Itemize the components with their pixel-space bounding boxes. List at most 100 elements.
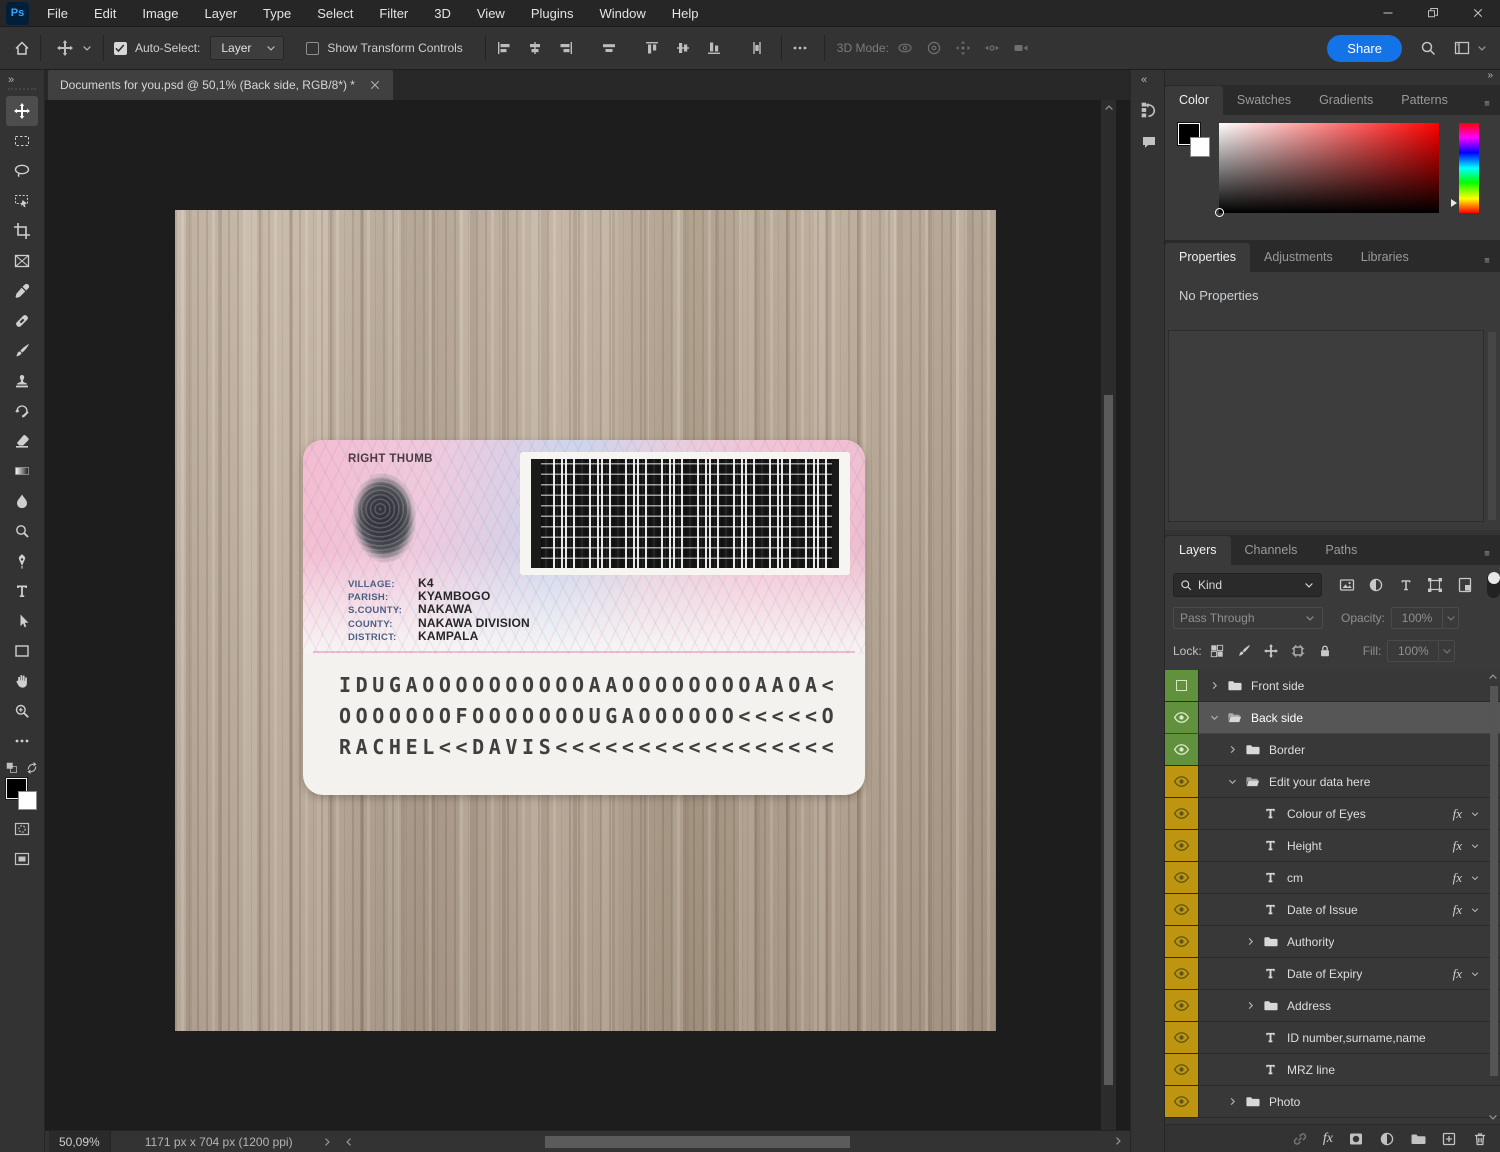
- lock-position-icon[interactable]: [1259, 640, 1283, 662]
- layer-row-authority[interactable]: Authority: [1165, 926, 1500, 958]
- canvas-viewport[interactable]: RIGHT THUMB VILLAGE: K4 PARISH: KYAMBOGO S.C…: [45, 100, 1130, 1130]
- restore-button[interactable]: [1410, 0, 1455, 27]
- tab-color[interactable]: Color: [1165, 86, 1223, 115]
- default-colors-icon[interactable]: [6, 762, 18, 774]
- chevron-down-icon[interactable]: [1223, 774, 1241, 790]
- layer-row-mrz-line[interactable]: MRZ line: [1165, 1054, 1500, 1086]
- background-color-swatch[interactable]: [18, 791, 37, 810]
- chevron-down-icon[interactable]: [1466, 902, 1484, 918]
- scroll-left-icon[interactable]: [343, 1136, 355, 1148]
- saturation-brightness-field[interactable]: [1215, 123, 1439, 217]
- expand-panels-icon[interactable]: »: [1165, 70, 1500, 85]
- crop-tool[interactable]: [6, 216, 38, 246]
- layer-row-photo[interactable]: Photo: [1165, 1086, 1500, 1118]
- scroll-up-icon[interactable]: [1101, 100, 1116, 116]
- layer-row-height[interactable]: Height fx: [1165, 830, 1500, 862]
- layer-row-back-side[interactable]: Back side: [1165, 702, 1500, 734]
- menu-3d[interactable]: 3D: [434, 6, 451, 21]
- eye-visibility-icon[interactable]: [1165, 926, 1199, 957]
- fx-badge[interactable]: fx: [1453, 966, 1462, 982]
- lasso-tool[interactable]: [6, 156, 38, 186]
- filter-kind-dropdown[interactable]: Kind: [1173, 573, 1323, 597]
- menu-help[interactable]: Help: [672, 6, 699, 21]
- pan-3d-camera-icon[interactable]: [955, 40, 971, 56]
- layer-style-fx-icon[interactable]: fx: [1323, 1131, 1333, 1147]
- comments-panel-icon[interactable]: [1131, 126, 1166, 158]
- layer-row-date-of-issue[interactable]: Date of Issue fx: [1165, 894, 1500, 926]
- chevron-right-icon[interactable]: [1205, 678, 1223, 694]
- lock-all-icon[interactable]: [1313, 640, 1337, 662]
- dodge-tool[interactable]: [6, 516, 38, 546]
- close-button[interactable]: [1455, 0, 1500, 27]
- eye-visibility-icon[interactable]: [1165, 702, 1199, 733]
- fill-value[interactable]: 100%: [1387, 640, 1440, 662]
- lock-image-pixels-icon[interactable]: [1232, 640, 1256, 662]
- chevron-down-icon[interactable]: [1205, 710, 1223, 726]
- minimize-button[interactable]: [1365, 0, 1410, 27]
- eye-visibility-icon[interactable]: [1165, 894, 1199, 925]
- brush-tool[interactable]: [6, 336, 38, 366]
- align-top-edges-icon[interactable]: [644, 40, 660, 56]
- hand-tool[interactable]: [6, 666, 38, 696]
- layer-filter-toggle[interactable]: [1487, 572, 1500, 598]
- filter-adjustment-layers-icon[interactable]: [1363, 574, 1388, 596]
- chevron-right-icon[interactable]: [1241, 934, 1259, 950]
- home-icon[interactable]: [14, 40, 30, 56]
- quick-mask-button[interactable]: [6, 816, 38, 842]
- filter-shape-layers-icon[interactable]: [1422, 574, 1447, 596]
- menu-view[interactable]: View: [477, 6, 505, 21]
- chevron-right-icon[interactable]: [1223, 742, 1241, 758]
- blur-tool[interactable]: [6, 486, 38, 516]
- chevron-down-icon[interactable]: [81, 42, 93, 54]
- document-tab[interactable]: Documents for you.psd @ 50,1% (Back side…: [48, 70, 393, 100]
- layers-scrollbar[interactable]: [1487, 670, 1500, 1124]
- menu-window[interactable]: Window: [599, 6, 645, 21]
- eye-visibility-icon[interactable]: [1165, 958, 1199, 989]
- layers-scrollbar-thumb[interactable]: [1490, 686, 1498, 1076]
- tab-swatches[interactable]: Swatches: [1223, 86, 1305, 115]
- properties-scrollbar[interactable]: [1488, 332, 1496, 520]
- object-selection-tool[interactable]: [6, 186, 38, 216]
- eye-visibility-icon[interactable]: [1165, 990, 1199, 1021]
- new-group-icon[interactable]: [1410, 1131, 1426, 1147]
- tab-libraries[interactable]: Libraries: [1347, 243, 1423, 272]
- history-panel-icon[interactable]: [1131, 94, 1166, 126]
- chevron-down-icon[interactable]: [1466, 838, 1484, 854]
- layer-row-address[interactable]: Address: [1165, 990, 1500, 1022]
- new-adjustment-layer-icon[interactable]: [1379, 1131, 1395, 1147]
- layer-row-date-of-expiry[interactable]: Date of Expiry fx: [1165, 958, 1500, 990]
- fx-badge[interactable]: fx: [1453, 870, 1462, 886]
- collapse-dock-icon[interactable]: «: [1131, 70, 1164, 94]
- status-arrow-right-icon[interactable]: [321, 1136, 333, 1148]
- toolbar-expand-icon[interactable]: »: [0, 70, 44, 88]
- orbit-3d-camera-icon[interactable]: [897, 40, 913, 56]
- tab-gradients[interactable]: Gradients: [1305, 86, 1387, 115]
- chevron-down-icon[interactable]: [1466, 806, 1484, 822]
- path-selection-tool[interactable]: [6, 606, 38, 636]
- delete-layer-icon[interactable]: [1472, 1131, 1488, 1147]
- share-button[interactable]: Share: [1327, 34, 1402, 62]
- vertical-scrollbar-thumb[interactable]: [1104, 395, 1113, 1085]
- rectangular-marquee-tool[interactable]: [6, 126, 38, 156]
- edit-toolbar-button[interactable]: [6, 726, 38, 756]
- auto-select-target-dropdown[interactable]: Layer: [210, 36, 285, 60]
- filter-pixel-layers-icon[interactable]: [1334, 574, 1359, 596]
- swap-colors-icon[interactable]: [26, 762, 38, 774]
- opacity-value[interactable]: 100%: [1391, 607, 1444, 629]
- align-right-edges-icon[interactable]: [558, 40, 574, 56]
- eye-hidden-toggle[interactable]: [1165, 670, 1199, 701]
- tab-patterns[interactable]: Patterns: [1387, 86, 1462, 115]
- layer-row-front-side[interactable]: Front side: [1165, 670, 1500, 702]
- align-horizontal-centers-icon[interactable]: [527, 40, 543, 56]
- frame-tool[interactable]: [6, 246, 38, 276]
- hue-slider[interactable]: [1459, 123, 1479, 213]
- spot-healing-brush-tool[interactable]: [6, 306, 38, 336]
- layer-row-edit-your-data-here[interactable]: Edit your data here: [1165, 766, 1500, 798]
- tab-properties[interactable]: Properties: [1165, 243, 1250, 272]
- eye-visibility-icon[interactable]: [1165, 734, 1199, 765]
- distribute-horizontal-icon[interactable]: [601, 40, 617, 56]
- tab-adjustments[interactable]: Adjustments: [1250, 243, 1347, 272]
- tab-paths[interactable]: Paths: [1311, 536, 1371, 565]
- scroll-up-icon[interactable]: [1487, 670, 1499, 684]
- clone-stamp-tool[interactable]: [6, 366, 38, 396]
